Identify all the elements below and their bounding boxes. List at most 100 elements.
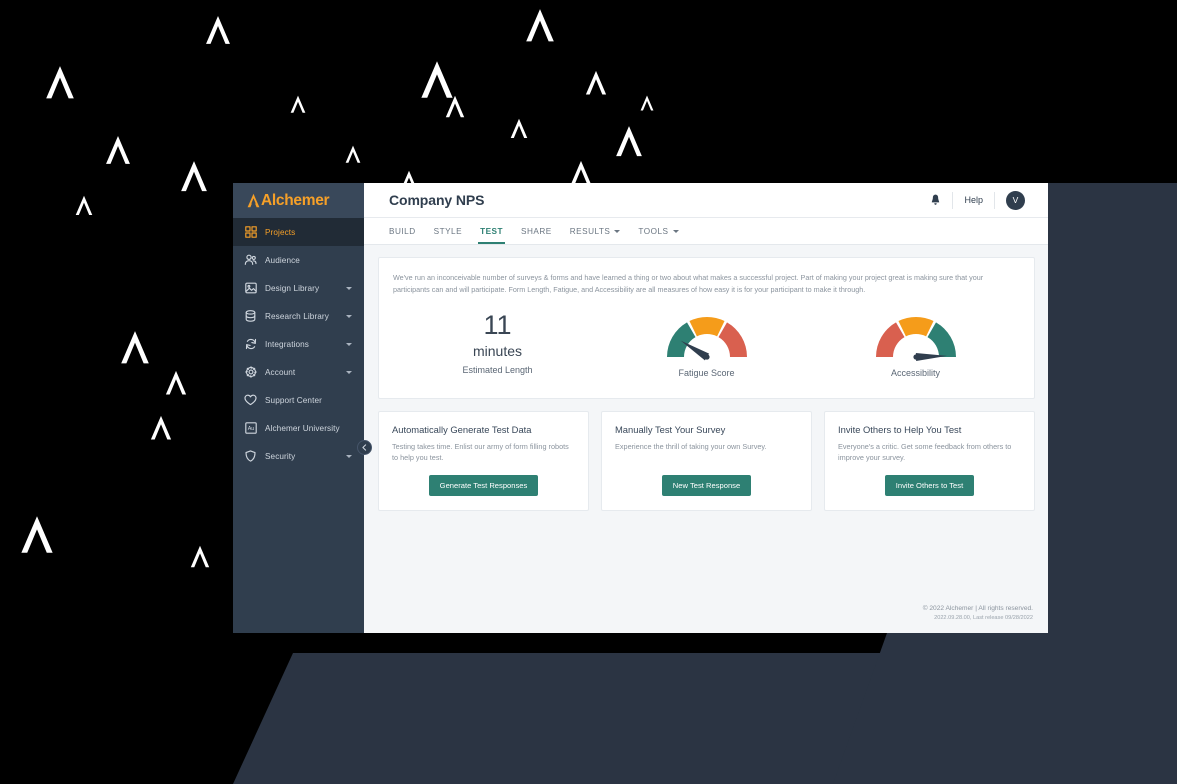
card-action-button[interactable]: Generate Test Responses bbox=[428, 474, 539, 496]
card-action-button[interactable]: New Test Response bbox=[661, 474, 752, 496]
chevron-down-icon[interactable] bbox=[346, 286, 352, 290]
heart-icon bbox=[244, 394, 257, 407]
sidebar: Alchemer Projects Audience Design Library R… bbox=[233, 183, 372, 633]
footer-copyright: © 2022 Alchemer | All rights reserved. bbox=[922, 605, 1033, 612]
tab-label: TOOLS bbox=[638, 226, 669, 236]
card-description: Experience the thrill of taking your own… bbox=[615, 441, 767, 451]
sidebar-item-label: Projects bbox=[265, 227, 296, 237]
tab-tools[interactable]: TOOLS bbox=[638, 218, 688, 244]
sidebar-item-projects[interactable]: Projects bbox=[233, 218, 364, 246]
background-chevron-mark bbox=[615, 125, 643, 157]
estimated-length-unit: minutes bbox=[472, 342, 523, 359]
tab-test[interactable]: TEST bbox=[478, 218, 513, 244]
help-label: Help bbox=[964, 195, 983, 205]
accessibility-gauge-label: Accessibility bbox=[890, 367, 940, 378]
sidebar-item-account[interactable]: Account bbox=[233, 358, 364, 386]
card-description: Everyone's a critic. Get some feedback f… bbox=[838, 441, 1012, 463]
action-card: Manually Test Your Survey Experience the … bbox=[601, 410, 812, 511]
content-area: We've run an inconceivable number of sur… bbox=[364, 245, 1048, 633]
chevron-down-icon[interactable] bbox=[346, 342, 352, 346]
svg-text:Au: Au bbox=[247, 426, 254, 432]
background-chevron-mark bbox=[180, 160, 208, 192]
screenshot-stage: Alchemer Projects Audience Design Library R… bbox=[0, 0, 1177, 784]
chevron-down-icon[interactable] bbox=[346, 370, 352, 374]
top-bar: Company NPS Help V bbox=[364, 183, 1048, 218]
brand-name: Alchemer bbox=[261, 191, 330, 209]
database-icon bbox=[244, 310, 257, 323]
background-chevron-mark bbox=[150, 415, 172, 440]
background-chevron-mark bbox=[165, 370, 187, 395]
tab-build[interactable]: BUILD bbox=[389, 218, 426, 244]
fatigue-gauge-graphic bbox=[663, 312, 751, 367]
people-icon bbox=[244, 254, 257, 267]
card-action-row: New Test Response bbox=[615, 474, 798, 496]
background-chevron-mark bbox=[205, 15, 231, 45]
sidebar-item-research-library[interactable]: Research Library bbox=[233, 302, 364, 330]
estimated-length-value: 11 bbox=[483, 309, 512, 340]
sidebar-nav-list: Projects Audience Design Library Research L… bbox=[233, 218, 364, 633]
background-chevron-mark bbox=[75, 195, 93, 216]
sidebar-item-audience[interactable]: Audience bbox=[233, 246, 364, 274]
sidebar-item-label: Design Library bbox=[265, 283, 320, 293]
alchemer-chevron-icon bbox=[247, 193, 260, 208]
sidebar-item-label: Account bbox=[265, 367, 296, 377]
notifications-button[interactable] bbox=[919, 183, 952, 218]
sidebar-item-support-center[interactable]: Support Center bbox=[233, 386, 364, 414]
tab-label: TEST bbox=[480, 226, 504, 236]
background-chevron-mark bbox=[420, 60, 454, 99]
help-button[interactable]: Help bbox=[953, 183, 994, 218]
background-chevron-mark bbox=[525, 8, 555, 43]
accessibility-gauge-graphic bbox=[872, 312, 960, 367]
footer-version: 2022.09.28.00, Last release 09/28/2022 bbox=[934, 615, 1033, 621]
grid-icon bbox=[244, 226, 257, 239]
tab-style[interactable]: STYLE bbox=[434, 218, 472, 244]
background-chevron-mark bbox=[105, 135, 131, 165]
action-card: Invite Others to Help You Test Everyone's… bbox=[824, 410, 1035, 511]
tab-label: RESULTS bbox=[569, 226, 611, 236]
card-title: Manually Test Your Survey bbox=[615, 423, 726, 435]
background-chevron-mark bbox=[445, 95, 465, 118]
background-chevron-mark bbox=[120, 330, 150, 365]
sidebar-collapse-button[interactable] bbox=[357, 440, 372, 455]
card-action-button[interactable]: Invite Others to Test bbox=[884, 474, 975, 496]
bell-icon bbox=[932, 194, 940, 205]
background-chevron-mark bbox=[290, 95, 306, 113]
tab-label: BUILD bbox=[389, 226, 416, 236]
sidebar-item-design-library[interactable]: Design Library bbox=[233, 274, 364, 302]
sidebar-item-label: Security bbox=[265, 451, 296, 461]
app-window: Alchemer Projects Audience Design Library R… bbox=[233, 183, 1048, 633]
background-chevron-mark bbox=[190, 545, 210, 568]
tab-share[interactable]: SHARE bbox=[521, 218, 562, 244]
chevron-down-icon[interactable] bbox=[346, 454, 352, 458]
fatigue-score-gauge: Fatigue Score bbox=[612, 312, 802, 378]
card-description: Testing takes time. Enlist our army of f… bbox=[392, 441, 569, 463]
user-menu[interactable]: V bbox=[995, 183, 1036, 218]
chevron-down-icon[interactable] bbox=[614, 229, 621, 233]
footer: © 2022 Alchemer | All rights reserved. 2… bbox=[378, 595, 1035, 633]
brand-logo[interactable]: Alchemer bbox=[233, 183, 364, 218]
overview-intro-text: We've run an inconceivable number of sur… bbox=[393, 273, 984, 294]
tab-label: STYLE bbox=[433, 226, 463, 236]
sidebar-item-integrations[interactable]: Integrations bbox=[233, 330, 364, 358]
estimated-length-metric: 11 minutes Estimated Length bbox=[403, 309, 593, 375]
background-chevron-mark bbox=[640, 95, 654, 111]
chevron-down-icon[interactable] bbox=[672, 229, 679, 233]
sidebar-item-label: Research Library bbox=[265, 311, 329, 321]
estimated-length-caption: Estimated Length bbox=[462, 364, 533, 375]
action-cards-row: Automatically Generate Test Data Testing … bbox=[378, 410, 1035, 511]
survey-tabbar: BUILD STYLE TEST SHARE RESULTS TOOLS bbox=[364, 218, 1048, 245]
gear-icon bbox=[244, 366, 257, 379]
avatar[interactable]: V bbox=[1006, 190, 1025, 210]
sidebar-item-security[interactable]: Security bbox=[233, 442, 364, 470]
au-badge-icon: Au bbox=[244, 422, 257, 435]
metrics-row: 11 minutes Estimated Length Fatigue Scor… bbox=[393, 309, 1020, 386]
chevron-left-icon bbox=[362, 444, 367, 451]
accessibility-gauge: Accessibility bbox=[821, 312, 1011, 378]
background-chevron-mark bbox=[45, 65, 75, 100]
tab-results[interactable]: RESULTS bbox=[570, 218, 631, 244]
chevron-down-icon[interactable] bbox=[346, 314, 352, 318]
sidebar-item-alchemer-university[interactable]: Au Alchemer University bbox=[233, 414, 364, 442]
overview-panel: We've run an inconceivable number of sur… bbox=[378, 257, 1035, 399]
shield-icon bbox=[244, 450, 257, 463]
page-title: Company NPS bbox=[389, 192, 485, 208]
